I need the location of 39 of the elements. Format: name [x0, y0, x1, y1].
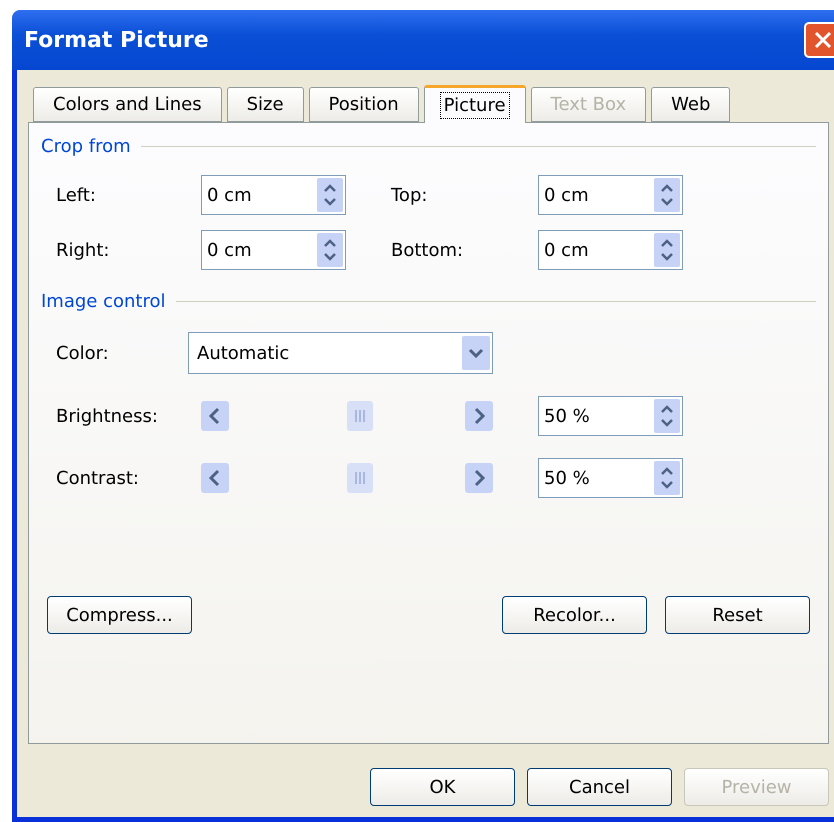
close-button[interactable] [804, 22, 834, 58]
dialog-button[interactable]: Cancel [527, 768, 672, 806]
field-label: Left: [56, 184, 97, 206]
field-label: Top: [391, 184, 428, 206]
tab[interactable]: Position [308, 87, 419, 122]
tab[interactable]: Web [651, 87, 730, 122]
spin-arrows-icon[interactable] [654, 399, 680, 433]
spin-arrows-icon[interactable] [654, 461, 680, 495]
tab[interactable]: Picture [424, 85, 526, 123]
spin-arrows-icon[interactable] [317, 233, 343, 267]
field-label: Brightness: [56, 406, 159, 426]
color-dropdown[interactable]: Automatic [188, 332, 493, 374]
panel-button[interactable]: Reset [665, 596, 810, 634]
group-title: Image control [41, 290, 166, 312]
field-label: Color: [56, 342, 110, 364]
spin-arrows-icon[interactable] [654, 178, 680, 212]
spin-arrows-icon[interactable] [317, 178, 343, 212]
tab[interactable]: Size [226, 87, 304, 122]
spin-field[interactable]: 50 % [538, 396, 683, 436]
spin-field[interactable]: 0 cm [538, 230, 683, 270]
dialog-button[interactable]: OK [370, 768, 515, 806]
panel-button[interactable]: Recolor... [502, 596, 647, 634]
spin-arrows-icon[interactable] [654, 233, 680, 267]
spin-field[interactable]: 0 cm [538, 175, 683, 215]
window-title: Format Picture [24, 28, 209, 52]
tab[interactable]: Colors and Lines [33, 87, 222, 122]
field-label: Right: [56, 240, 110, 260]
spin-field[interactable]: 50 % [538, 458, 683, 498]
spin-field[interactable]: 0 cm [201, 230, 346, 270]
field-label: Contrast: [56, 468, 140, 488]
slider-thumb[interactable] [347, 463, 373, 493]
compress-button[interactable]: Compress... [47, 596, 192, 634]
spin-field[interactable]: 0 cm [201, 175, 346, 215]
group-title: Crop from [41, 136, 131, 156]
slider-thumb[interactable] [347, 401, 373, 431]
slider-track[interactable] [201, 460, 493, 496]
slider-track[interactable] [201, 398, 493, 434]
close-icon [813, 30, 833, 50]
field-label: Bottom: [391, 240, 464, 260]
